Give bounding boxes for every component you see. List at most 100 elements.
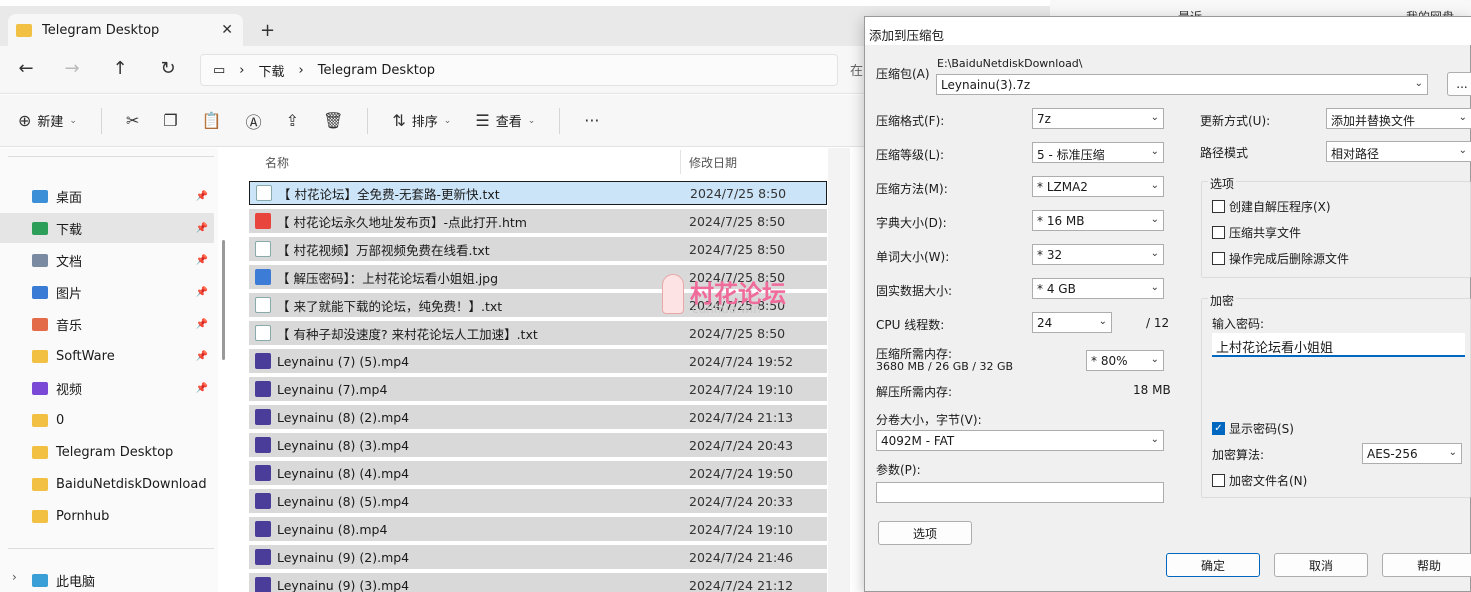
file-row[interactable]: Leynainu (8) (5).mp4 2024/7/24 20:33 <box>249 489 827 513</box>
options-button[interactable]: 选项 <box>878 521 972 545</box>
chevron-down-icon: ⌄ <box>1150 146 1159 157</box>
share-button[interactable]: ⇪ <box>286 111 299 130</box>
chrome-icon <box>255 213 271 229</box>
enc-method-select[interactable]: AES-256 ⌄ <box>1362 443 1462 464</box>
method-select[interactable]: * LZMA2 ⌄ <box>1032 176 1164 197</box>
up-arrow-icon[interactable]: ↑ <box>108 58 132 79</box>
tab-telegram-desktop[interactable]: Telegram Desktop ✕ <box>8 14 243 46</box>
cancel-button[interactable]: 取消 <box>1274 553 1368 577</box>
file-name: Leynainu (8) (4).mp4 <box>277 465 410 481</box>
sort-button[interactable]: ⇅ 排序 ⌄ <box>392 111 451 130</box>
file-row[interactable]: Leynainu (8) (4).mp4 2024/7/24 19:50 <box>249 461 827 485</box>
image-file-icon <box>255 269 271 285</box>
password-input[interactable]: 上村花论坛看小姐姐 <box>1212 333 1465 357</box>
address-bar[interactable]: ▭ › 下载 › Telegram Desktop <box>200 54 838 86</box>
this-pc-icon <box>32 573 48 587</box>
method-label: 压缩方法(M): <box>876 182 948 196</box>
word-select[interactable]: * 32 ⌄ <box>1032 244 1164 265</box>
split-combo[interactable]: 4092M - FAT ⌄ <box>876 430 1164 451</box>
sidebar-scrollbar[interactable] <box>222 240 225 360</box>
sidebar-item[interactable]: 图片 📌 <box>0 277 214 307</box>
folder-icon <box>32 413 48 427</box>
checkbox-box <box>1212 474 1225 487</box>
file-row[interactable]: 【 村花论坛永久地址发布页】-点此打开.htm 2024/7/25 8:50 <box>249 209 827 233</box>
close-tab-icon[interactable]: ✕ <box>221 22 233 38</box>
file-name: Leynainu (7).mp4 <box>277 381 388 397</box>
solid-select[interactable]: * 4 GB ⌄ <box>1032 278 1164 299</box>
file-row[interactable]: 【 村花视频】万部视频免费在线看.txt 2024/7/25 8:50 <box>249 237 827 261</box>
sidebar-item[interactable]: 文档 📌 <box>0 245 214 275</box>
sidebar-item[interactable]: 下载 📌 <box>0 213 214 243</box>
paste-button[interactable]: 📋 <box>202 111 222 130</box>
file-row[interactable]: 【 解压密码】：上村花论坛看小姐姐.jpg 2024/7/25 8:50 <box>249 265 827 289</box>
ok-button[interactable]: 确定 <box>1166 553 1260 577</box>
archive-name-combo[interactable]: Leynainu(3).7z ⌄ <box>936 74 1428 95</box>
file-row[interactable]: 【 有种子却没速度? 来村花论坛人工加速】.txt 2024/7/25 8:50 <box>249 321 827 345</box>
params-input[interactable] <box>876 482 1164 503</box>
sidebar-item[interactable]: BaiduNetdiskDownload <box>0 469 214 499</box>
sidebar-item[interactable]: 视频 📌 <box>0 373 214 403</box>
file-row[interactable]: Leynainu (7).mp4 2024/7/24 19:10 <box>249 377 827 401</box>
file-row[interactable]: Leynainu (9) (2).mp4 2024/7/24 21:46 <box>249 545 827 569</box>
rename-button[interactable]: Ⓐ <box>246 109 262 133</box>
chevron-down-icon: ⌄ <box>1150 248 1159 259</box>
browse-button[interactable]: ... <box>1447 72 1471 96</box>
video-file-icon <box>255 521 271 537</box>
path-mode-value: 相对路径 <box>1331 147 1380 161</box>
sidebar-item[interactable]: 音乐 📌 <box>0 309 214 339</box>
forward-arrow-icon[interactable]: → <box>60 58 84 79</box>
column-name[interactable]: 名称 <box>265 154 289 171</box>
computer-icon: ▭ <box>213 62 226 78</box>
shared-checkbox[interactable]: 压缩共享文件 <box>1212 224 1301 241</box>
file-row[interactable]: Leynainu (8) (3).mp4 2024/7/24 20:43 <box>249 433 827 457</box>
sidebar-item[interactable]: Telegram Desktop <box>0 437 214 467</box>
search-box[interactable]: 在 <box>850 60 863 79</box>
file-date: 2024/7/24 19:10 <box>689 381 794 397</box>
update-select[interactable]: 添加并替换文件 ⌄ <box>1326 108 1471 129</box>
delete-after-checkbox[interactable]: 操作完成后删除源文件 <box>1212 250 1349 267</box>
new-button[interactable]: ⊕ 新建 ⌄ <box>18 111 77 130</box>
chevron-down-icon: ⌄ <box>1448 447 1457 458</box>
path-mode-select[interactable]: 相对路径 ⌄ <box>1326 141 1471 162</box>
show-password-checkbox[interactable]: ✓ 显示密码(S) <box>1212 420 1294 437</box>
cut-button[interactable]: ✂ <box>126 111 139 130</box>
breadcrumb-downloads[interactable]: 下载 <box>259 61 285 80</box>
sidebar-item[interactable]: 0 <box>0 405 214 435</box>
mem-compress-select[interactable]: * 80% ⌄ <box>1086 350 1164 371</box>
column-divider[interactable] <box>680 150 681 174</box>
file-row[interactable]: 【 村花论坛】全免费-无套路-更新快.txt 2024/7/25 8:50 <box>249 181 827 205</box>
copy-button[interactable]: ❐ <box>163 111 177 130</box>
back-arrow-icon[interactable]: ← <box>14 58 38 79</box>
dict-value: * 16 MB <box>1037 214 1085 228</box>
chevron-right-icon[interactable]: › <box>12 570 17 584</box>
column-modified[interactable]: 修改日期 <box>689 154 737 171</box>
sidebar-item[interactable]: SoftWare 📌 <box>0 341 214 371</box>
delete-button[interactable]: 🗑 <box>323 111 343 130</box>
encrypt-names-checkbox[interactable]: 加密文件名(N) <box>1212 472 1307 489</box>
view-button[interactable]: ☰ 查看 ⌄ <box>475 111 535 130</box>
file-row[interactable]: 【 来了就能下载的论坛，纯免费！】.txt 2024/7/25 8:50 <box>249 293 827 317</box>
pin-icon: 📌 <box>195 286 208 298</box>
file-date: 2024/7/24 19:52 <box>689 353 794 369</box>
refresh-icon[interactable]: ↻ <box>156 58 180 79</box>
file-name: Leynainu (9) (2).mp4 <box>277 549 410 565</box>
sidebar-item[interactable]: 桌面 📌 <box>0 181 214 211</box>
dict-select[interactable]: * 16 MB ⌄ <box>1032 210 1164 231</box>
help-button[interactable]: 帮助 <box>1382 553 1471 577</box>
file-date: 2024/7/25 8:50 <box>689 213 786 229</box>
file-row[interactable]: Leynainu (8) (2).mp4 2024/7/24 21:13 <box>249 405 827 429</box>
sidebar-item[interactable]: Pornhub <box>0 501 214 531</box>
more-button[interactable]: ··· <box>584 111 599 130</box>
file-list-scrollbar[interactable] <box>828 148 850 592</box>
sidebar-item-label: 图片 <box>56 286 83 302</box>
level-select[interactable]: 5 - 标准压缩 ⌄ <box>1032 142 1164 163</box>
new-tab-button[interactable]: + <box>260 20 275 41</box>
sfx-checkbox[interactable]: 创建自解压程序(X) <box>1212 198 1331 215</box>
sidebar-item[interactable]: 此电脑 <box>0 565 214 592</box>
file-row[interactable]: Leynainu (7) (5).mp4 2024/7/24 19:52 <box>249 349 827 373</box>
cpu-select[interactable]: 24 ⌄ <box>1032 312 1112 333</box>
breadcrumb-telegram[interactable]: Telegram Desktop <box>318 63 435 78</box>
format-select[interactable]: 7z ⌄ <box>1032 108 1164 129</box>
file-row[interactable]: Leynainu (8).mp4 2024/7/24 19:10 <box>249 517 827 541</box>
file-row[interactable]: Leynainu (9) (3).mp4 2024/7/24 21:12 <box>249 573 827 592</box>
